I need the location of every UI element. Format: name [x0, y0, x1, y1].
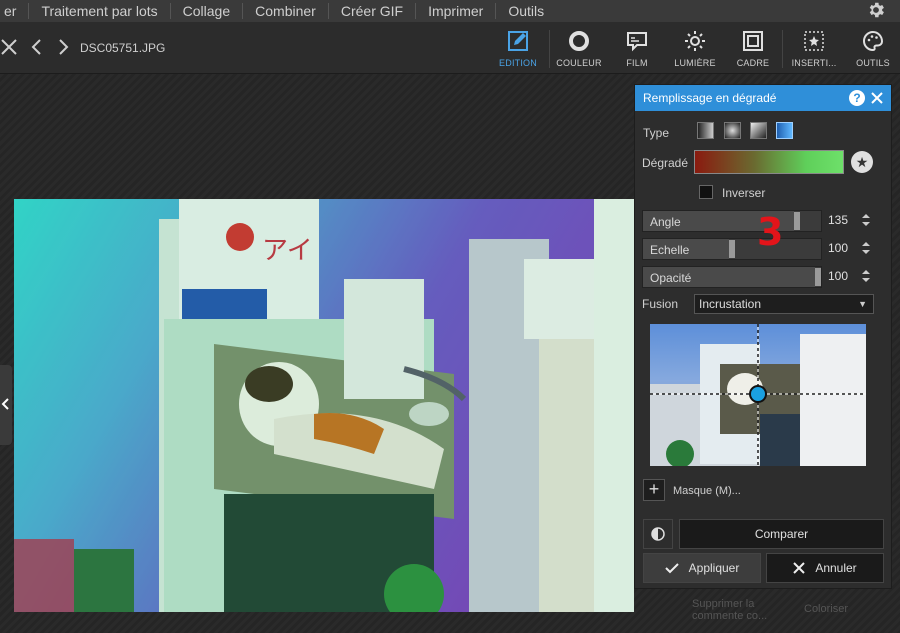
gradient-preview-bar[interactable] [694, 150, 844, 174]
palette-icon [863, 30, 884, 52]
scale-slider[interactable]: Echelle [642, 238, 822, 260]
close-icon[interactable] [0, 38, 18, 56]
tool-frame[interactable]: CADRE [735, 26, 771, 72]
opacity-label: Opacité [650, 271, 692, 285]
fusion-select[interactable]: Incrustation ▼ [694, 294, 874, 314]
tool-edition[interactable]: EDITION [497, 26, 539, 72]
menu-item-combine[interactable]: Combiner [243, 3, 329, 19]
type-label: Type [643, 126, 670, 140]
menu-item-batch[interactable]: Traitement par lots [29, 3, 171, 19]
invert-checkbox[interactable] [699, 185, 713, 199]
panel-header: Remplissage en dégradé ? [635, 85, 891, 111]
menu-item-gif[interactable]: Créer GIF [329, 3, 417, 19]
cancel-label: Annuler [815, 561, 857, 575]
tool-color-label: COULEUR [556, 58, 602, 68]
close-icon[interactable] [869, 90, 885, 106]
collapse-left-panel[interactable] [0, 365, 12, 445]
compare-label: Comparer [754, 527, 809, 541]
edit-icon [508, 31, 528, 51]
opacity-value[interactable]: 100 [828, 269, 858, 283]
chevron-left-icon[interactable] [28, 38, 46, 56]
tool-film[interactable]: FILM [622, 26, 652, 72]
tool-frame-label: CADRE [736, 58, 770, 68]
apply-button[interactable]: Appliquer [643, 553, 761, 583]
apply-label: Appliquer [688, 561, 740, 575]
menu-item-tools[interactable]: Outils [496, 3, 556, 19]
tool-insert-label: INSERTI... [791, 58, 837, 68]
edited-photo: アイ [14, 199, 634, 612]
menu-item-edit[interactable]: er [0, 3, 30, 19]
tool-insert[interactable]: INSERTI... [789, 26, 839, 72]
step-annotation: 3 [757, 210, 784, 254]
gradient-label: Dégradé [642, 156, 689, 170]
toolbar-divider [782, 30, 783, 68]
linear-gradient-icon[interactable] [697, 122, 714, 139]
remove-comment-label: Supprimer la [692, 598, 755, 610]
opacity-spinner-icon[interactable] [861, 269, 871, 283]
opacity-slider-thumb[interactable] [815, 268, 821, 286]
file-name: DSC05751.JPG [80, 41, 166, 55]
angle-spinner-icon[interactable] [861, 213, 871, 227]
favorite-star-icon[interactable]: ★ [851, 151, 873, 173]
tool-film-label: FILM [626, 58, 648, 68]
angle-value[interactable]: 135 [828, 213, 858, 227]
add-mask-button[interactable]: + [643, 479, 665, 501]
panel-title: Remplissage en dégradé [643, 91, 777, 105]
close-icon [793, 562, 806, 574]
photo-canvas[interactable]: アイ [14, 199, 634, 612]
mask-label[interactable]: Masque (M)... [673, 485, 741, 497]
tool-light-label: LUMIÈRE [674, 58, 716, 68]
frame-icon [743, 31, 763, 51]
radial-gradient-icon[interactable] [724, 122, 741, 139]
angle-slider-thumb[interactable] [794, 212, 800, 230]
help-icon[interactable]: ? [849, 90, 865, 106]
scale-label: Echelle [650, 243, 690, 257]
gradient-position-preview[interactable] [650, 324, 866, 466]
cancel-button[interactable]: Annuler [766, 553, 884, 583]
menu-bar: er Traitement par lots Collage Combiner … [0, 0, 900, 22]
colorize-label: Coloriser [804, 603, 849, 615]
film-icon [627, 32, 647, 52]
split-compare-button[interactable] [643, 519, 673, 549]
invert-label: Inverser [722, 186, 766, 200]
scale-slider-thumb[interactable] [729, 240, 735, 258]
angle-label: Angle [650, 215, 681, 229]
tool-tools-label: OUTILS [856, 58, 890, 68]
tool-edition-label: EDITION [499, 58, 537, 68]
scale-value[interactable]: 100 [828, 241, 858, 255]
chevron-left-icon [1, 398, 9, 410]
menu-item-print[interactable]: Imprimer [416, 3, 497, 19]
chevron-right-icon[interactable] [54, 38, 72, 56]
angle-slider[interactable]: Angle [642, 210, 822, 232]
fusion-value: Incrustation [699, 297, 762, 311]
insert-star-icon [804, 31, 824, 51]
opacity-slider[interactable]: Opacité [642, 266, 822, 288]
tool-light[interactable]: LUMIÈRE [672, 26, 718, 72]
gear-icon[interactable] [866, 0, 886, 20]
sun-icon [685, 31, 705, 51]
reflected-gradient-icon[interactable] [776, 122, 793, 139]
scale-spinner-icon[interactable] [861, 241, 871, 255]
tool-color[interactable]: COULEUR [556, 26, 602, 72]
dropdown-arrow-icon: ▼ [858, 299, 867, 309]
toolbar-divider [549, 30, 550, 68]
diagonal-gradient-icon[interactable] [750, 122, 767, 139]
half-circle-icon [651, 527, 665, 541]
fusion-label: Fusion [642, 297, 679, 311]
toolbar: DSC05751.JPG EDITION COULEUR FILM LUMIÈR… [0, 22, 900, 74]
checkmark-icon [664, 563, 679, 574]
compare-button[interactable]: Comparer [679, 519, 884, 549]
color-ring-icon [569, 31, 589, 51]
remove-comment-label-2: commente co... [692, 610, 768, 622]
tool-tools[interactable]: OUTILS [853, 26, 893, 72]
menu-item-collage[interactable]: Collage [171, 3, 244, 19]
preview-image [650, 324, 866, 466]
